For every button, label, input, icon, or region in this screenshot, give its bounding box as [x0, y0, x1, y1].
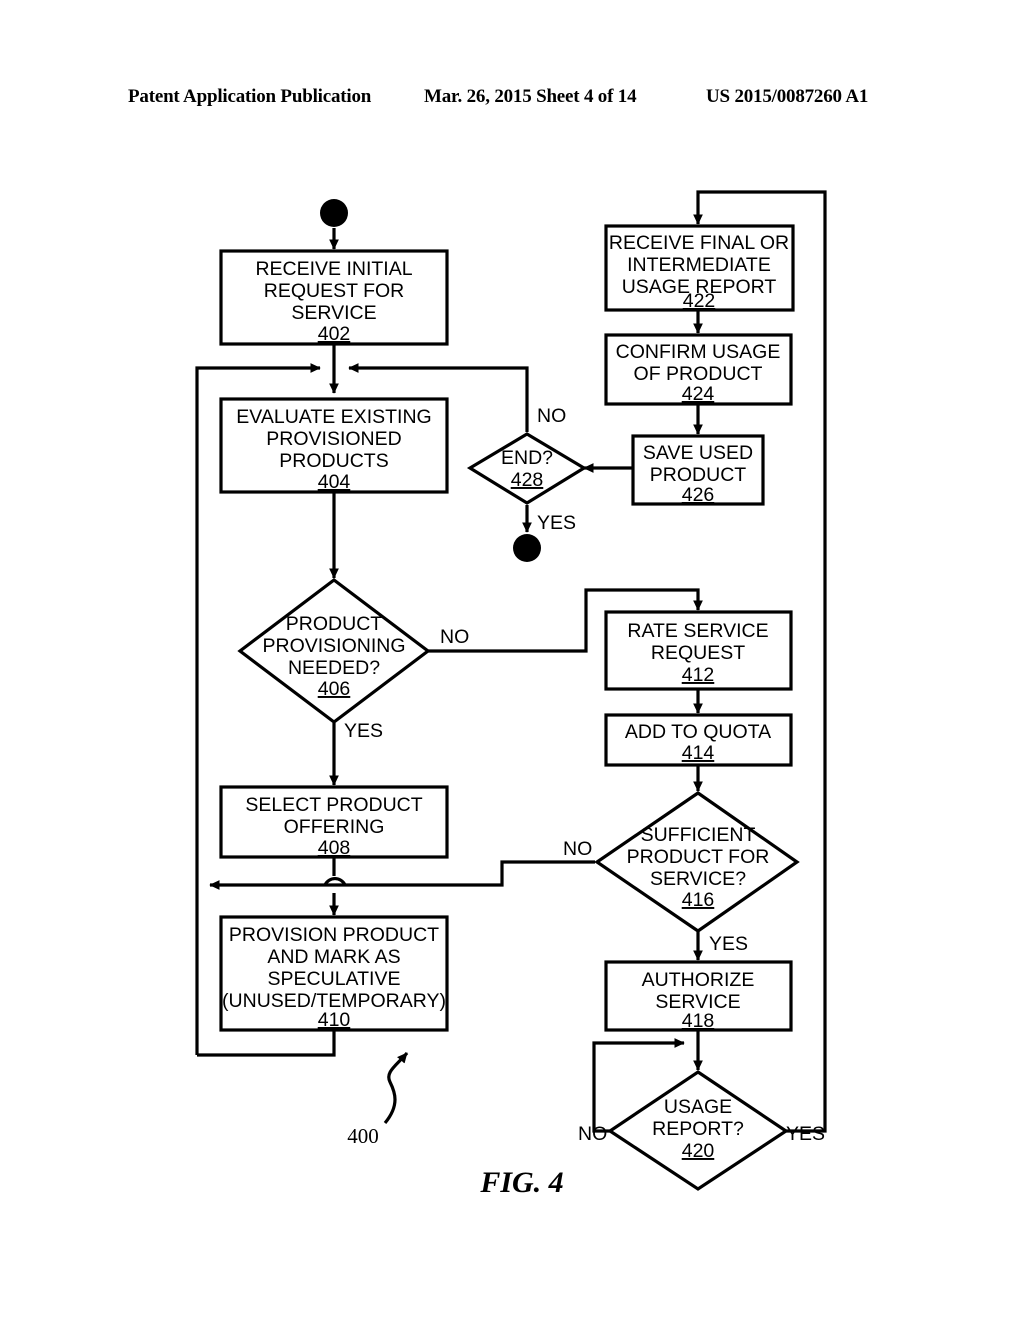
node-408-line-2: OFFERING	[284, 816, 385, 838]
node-412-line-2: REQUEST	[651, 642, 745, 664]
patent-drawing-page: Patent Application Publication Mar. 26, …	[0, 0, 1024, 1320]
node-408-ref: 408	[318, 837, 351, 859]
node-406-product-provisioning-needed: PRODUCT PROVISIONING NEEDED? 406	[237, 577, 431, 725]
node-408-line-1: SELECT PRODUCT	[245, 794, 422, 816]
edge-label-420-no: NO	[578, 1123, 607, 1145]
edge-label-428-no: NO	[537, 405, 566, 427]
node-426-ref: 426	[682, 484, 715, 506]
node-404-evaluate-existing-provisioned-products: EVALUATE EXISTING PROVISIONED PRODUCTS 4…	[219, 397, 449, 494]
node-426-line-1: SAVE USED	[643, 442, 753, 464]
node-422-line-2: INTERMEDIATE	[627, 254, 771, 276]
node-410-line-1: PROVISION PRODUCT	[229, 924, 439, 946]
start-node	[320, 199, 348, 227]
node-420-line-1: USAGE	[664, 1096, 732, 1118]
node-418-authorize-service: AUTHORIZE SERVICE 418	[604, 960, 793, 1032]
node-402-line-2: REQUEST FOR	[264, 280, 405, 302]
node-416-line-1: SUFFICIENT	[641, 824, 756, 846]
edge-label-406-no: NO	[440, 626, 469, 648]
edge-416-no-to-left-rail	[209, 860, 595, 890]
node-422-ref: 422	[683, 290, 716, 312]
node-404-ref: 404	[318, 471, 351, 493]
node-424-ref: 424	[682, 383, 715, 405]
node-412-ref: 412	[682, 664, 715, 686]
node-410-line-2: AND MARK AS	[267, 946, 400, 968]
edge-label-406-yes: YES	[344, 720, 383, 742]
lead-line-400: 400	[347, 1051, 409, 1148]
node-410-provision-product-mark-speculative: PROVISION PRODUCT AND MARK AS SPECULATIV…	[219, 915, 449, 1032]
node-414-line-1: ADD TO QUOTA	[625, 721, 771, 743]
node-414-add-to-quota: ADD TO QUOTA 414	[604, 713, 793, 767]
node-426-save-used-product: SAVE USED PRODUCT 426	[631, 434, 765, 506]
node-416-line-3: SERVICE?	[650, 868, 746, 890]
node-420-line-2: REPORT?	[652, 1118, 744, 1140]
node-418-line-1: AUTHORIZE	[642, 969, 755, 991]
node-406-line-3: NEEDED?	[288, 657, 380, 679]
edge-410-to-left-rail	[197, 1030, 336, 1057]
node-410-ref: 410	[318, 1009, 351, 1031]
node-410-line-3: SPECULATIVE	[268, 968, 401, 990]
figure-caption: FIG. 4	[479, 1166, 563, 1199]
node-416-sufficient-product-for-service: SUFFICIENT PRODUCT FOR SERVICE? 416	[594, 791, 800, 933]
node-420-usage-report: USAGE REPORT? 420	[607, 1070, 789, 1191]
node-406-line-2: PROVISIONING	[262, 635, 405, 657]
node-408-select-product-offering: SELECT PRODUCT OFFERING 408	[219, 785, 449, 859]
edge-label-416-yes: YES	[709, 933, 748, 955]
node-422-receive-final-or-intermediate-usage-report: RECEIVE FINAL OR INTERMEDIATE USAGE REPO…	[604, 224, 795, 312]
flowchart-figure-400: RECEIVE INITIAL REQUEST FOR SERVICE 402 …	[195, 190, 827, 1199]
node-402-line-3: SERVICE	[291, 302, 376, 324]
node-406-ref: 406	[318, 678, 351, 700]
node-428-ref: 428	[511, 469, 544, 491]
node-416-ref: 416	[682, 889, 715, 911]
lead-number-400: 400	[347, 1124, 379, 1148]
node-418-ref: 418	[682, 1010, 715, 1032]
node-404-line-2: PROVISIONED	[266, 428, 401, 450]
node-416-line-2: PRODUCT FOR	[627, 846, 770, 868]
node-402-ref: 402	[318, 323, 351, 345]
node-414-ref: 414	[682, 742, 715, 764]
node-428-end: END? 428	[466, 432, 588, 505]
node-412-rate-service-request: RATE SERVICE REQUEST 412	[604, 610, 793, 691]
node-424-line-2: OF PRODUCT	[634, 363, 763, 385]
edge-label-420-yes: YES	[786, 1123, 825, 1145]
node-424-line-1: CONFIRM USAGE	[616, 341, 781, 363]
node-402-line-1: RECEIVE INITIAL	[255, 258, 412, 280]
node-420-ref: 420	[682, 1140, 715, 1162]
node-424-confirm-usage-of-product: CONFIRM USAGE OF PRODUCT 424	[604, 333, 793, 406]
node-428-line-1: END?	[501, 447, 553, 469]
edge-label-416-no: NO	[563, 838, 592, 860]
node-404-line-3: PRODUCTS	[279, 450, 388, 472]
node-402-receive-initial-request: RECEIVE INITIAL REQUEST FOR SERVICE 402	[219, 249, 449, 346]
node-412-line-1: RATE SERVICE	[627, 620, 768, 642]
node-422-line-1: RECEIVE FINAL OR	[609, 232, 789, 254]
edge-label-428-yes: YES	[537, 512, 576, 534]
node-426-line-2: PRODUCT	[650, 464, 747, 486]
node-406-line-1: PRODUCT	[286, 613, 383, 635]
node-404-line-1: EVALUATE EXISTING	[236, 406, 431, 428]
end-node	[513, 534, 541, 562]
